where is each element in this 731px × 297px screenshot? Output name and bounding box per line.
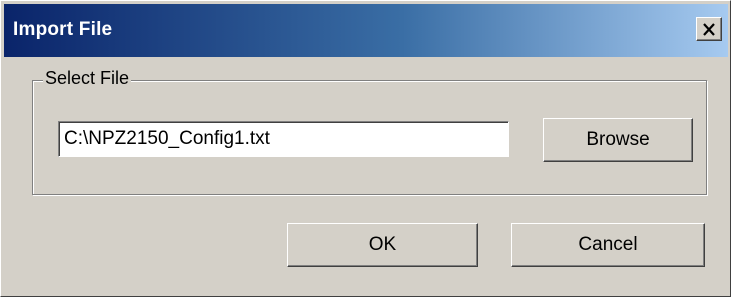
import-file-dialog: Import File Select File Browse OK Cancel [0,0,731,297]
file-path-input[interactable] [58,121,509,157]
ok-button[interactable]: OK [287,223,478,267]
close-icon [703,22,715,36]
close-button[interactable] [696,17,722,41]
dialog-title: Import File [13,19,113,40]
select-file-group-label: Select File [43,68,132,89]
title-bar[interactable]: Import File [4,4,728,57]
cancel-button[interactable]: Cancel [511,223,705,267]
browse-button[interactable]: Browse [543,118,693,162]
